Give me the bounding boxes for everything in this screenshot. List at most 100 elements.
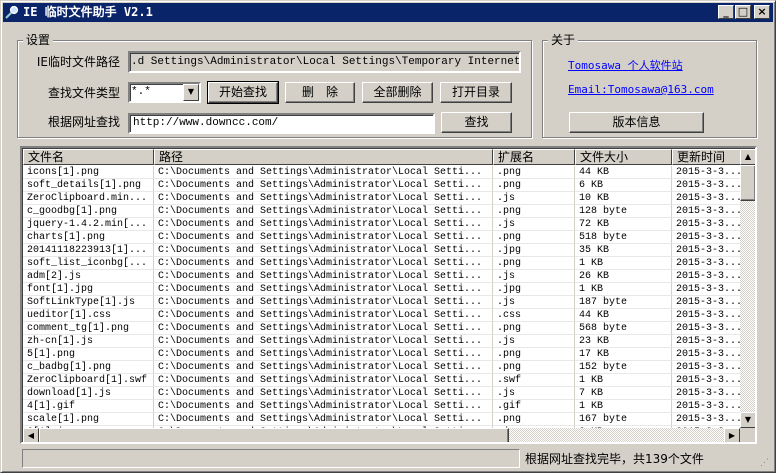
cell-extension: .png <box>493 322 575 335</box>
chevron-down-icon[interactable]: ▼ <box>183 84 199 101</box>
column-header-extension[interactable]: 扩展名 <box>493 149 575 165</box>
cell-size: 1 KB <box>575 257 672 270</box>
minimize-button[interactable]: _ <box>718 5 734 19</box>
cell-path: C:\Documents and Settings\Administrator\… <box>154 231 493 244</box>
cell-filename: 20141118223913[1]... <box>23 244 154 257</box>
cell-modified: 2015-3-3... <box>672 413 742 426</box>
open-dir-button[interactable]: 打开目录 <box>440 82 512 103</box>
table-row[interactable]: 5[1].png C:\Documents and Settings\Admini… <box>23 348 743 361</box>
cell-size: 17 KB <box>575 348 672 361</box>
table-row[interactable]: scale[1].png C:\Documents and Settings\Ad… <box>23 413 743 426</box>
table-row[interactable]: c_goodbg[1].png C:\Documents and Settings… <box>23 205 743 218</box>
table-row[interactable]: icons[1].png C:\Documents and Settings\Ad… <box>23 166 743 179</box>
cell-size: 10 KB <box>575 192 672 205</box>
column-header-path[interactable]: 路径 <box>154 149 493 165</box>
status-message: 根据网址查找完毕，共139个文件 <box>525 452 704 466</box>
file-type-value: *.* <box>131 86 151 98</box>
table-row[interactable]: SoftLinkType[1].js C:\Documents and Setti… <box>23 296 743 309</box>
cell-extension: .js <box>493 270 575 283</box>
delete-all-button[interactable]: 全部删除 <box>362 82 433 103</box>
table-row[interactable]: comment_tg[1].png C:\Documents and Settin… <box>23 322 743 335</box>
column-header-modified[interactable]: 更新时间 <box>672 149 742 165</box>
cell-size: 7 KB <box>575 387 672 400</box>
cell-extension: .css <box>493 309 575 322</box>
table-row[interactable]: 20141118223913[1]... C:\Documents and Set… <box>23 244 743 257</box>
cell-modified: 2015-3-3... <box>672 361 742 374</box>
cell-filename: 5[1].png <box>23 348 154 361</box>
cell-filename: soft_details[1].png <box>23 179 154 192</box>
cell-modified: 2015-3-3... <box>672 309 742 322</box>
cell-filename: adm[2].js <box>23 270 154 283</box>
cell-modified: 2015-3-3... <box>672 179 742 192</box>
table-row[interactable]: 4[1].gif C:\Documents and Settings\Admini… <box>23 400 743 413</box>
version-info-button[interactable]: 版本信息 <box>569 112 704 133</box>
table-row[interactable]: ueditor[1].css C:\Documents and Settings\… <box>23 309 743 322</box>
cell-extension: .png <box>493 413 575 426</box>
cell-modified: 2015-3-3... <box>672 166 742 179</box>
scroll-up-icon[interactable]: ▲ <box>740 149 755 165</box>
url-label: 根据网址查找 <box>47 115 120 129</box>
cell-modified: 2015-3-3... <box>672 270 742 283</box>
cell-extension: .gif <box>493 400 575 413</box>
path-field[interactable]: .d Settings\Administrator\Local Settings… <box>128 51 521 73</box>
cell-path: C:\Documents and Settings\Administrator\… <box>154 374 493 387</box>
cell-extension: .png <box>493 348 575 361</box>
cell-size: 568 byte <box>575 322 672 335</box>
start-search-button[interactable]: 开始查找 <box>207 81 279 104</box>
status-panel-left <box>22 449 520 468</box>
table-row[interactable]: soft_list_iconbg[... C:\Documents and Set… <box>23 257 743 270</box>
close-button[interactable]: × <box>754 5 770 19</box>
site-link[interactable]: Tomosawa 个人软件站 <box>568 57 683 73</box>
type-label: 查找文件类型 <box>47 86 120 100</box>
horizontal-scroll-thumb[interactable] <box>39 428 509 442</box>
cell-filename: font[1].jpg <box>23 283 154 296</box>
cell-modified: 2015-3-3... <box>672 400 742 413</box>
magnifier-icon <box>5 5 19 19</box>
column-header-filename[interactable]: 文件名 <box>23 149 154 165</box>
scroll-right-icon[interactable]: ▶ <box>724 428 740 442</box>
table-row[interactable]: c_badbg[1].png C:\Documents and Settings\… <box>23 361 743 374</box>
file-table: 文件名 路径 扩展名 文件大小 更新时间 icons[1].png C:\Docu… <box>20 146 757 444</box>
cell-path: C:\Documents and Settings\Administrator\… <box>154 192 493 205</box>
cell-path: C:\Documents and Settings\Administrator\… <box>154 296 493 309</box>
resize-grip-icon[interactable]: ⋰ <box>760 458 769 468</box>
scroll-left-icon[interactable]: ◀ <box>23 428 39 442</box>
table-row[interactable]: ZeroClipboard.min... C:\Documents and Set… <box>23 192 743 205</box>
table-row[interactable]: zh-cn[1].js C:\Documents and Settings\Adm… <box>23 335 743 348</box>
cell-path: C:\Documents and Settings\Administrator\… <box>154 257 493 270</box>
cell-modified: 2015-3-3... <box>672 296 742 309</box>
cell-extension: .png <box>493 179 575 192</box>
scroll-down-icon[interactable]: ▼ <box>740 412 755 428</box>
cell-path: C:\Documents and Settings\Administrator\… <box>154 413 493 426</box>
cell-modified: 2015-3-3... <box>672 335 742 348</box>
url-input[interactable]: http://www.downcc.com/ <box>128 113 435 134</box>
cell-filename: charts[1].png <box>23 231 154 244</box>
table-row[interactable]: font[1].jpg C:\Documents and Settings\Adm… <box>23 283 743 296</box>
search-button[interactable]: 查找 <box>441 112 512 133</box>
cell-extension: .png <box>493 166 575 179</box>
cell-modified: 2015-3-3... <box>672 322 742 335</box>
cell-path: C:\Documents and Settings\Administrator\… <box>154 218 493 231</box>
email-link[interactable]: Email:Tomosawa@163.com <box>568 83 714 96</box>
cell-size: 128 byte <box>575 205 672 218</box>
column-header-size[interactable]: 文件大小 <box>575 149 672 165</box>
cell-size: 167 byte <box>575 413 672 426</box>
table-row[interactable]: adm[2].js C:\Documents and Settings\Admin… <box>23 270 743 283</box>
table-row[interactable]: jquery-1.4.2.min[... C:\Documents and Set… <box>23 218 743 231</box>
table-row[interactable]: download[1].js C:\Documents and Settings\… <box>23 387 743 400</box>
cell-filename: SoftLinkType[1].js <box>23 296 154 309</box>
table-row[interactable]: ZeroClipboard[1].swf C:\Documents and Set… <box>23 374 743 387</box>
cell-size: 152 byte <box>575 361 672 374</box>
cell-extension: .jpg <box>493 244 575 257</box>
delete-button[interactable]: 删 除 <box>285 82 355 103</box>
maximize-button[interactable]: □ <box>735 5 751 19</box>
cell-path: C:\Documents and Settings\Administrator\… <box>154 322 493 335</box>
cell-path: C:\Documents and Settings\Administrator\… <box>154 244 493 257</box>
table-row[interactable]: charts[1].png C:\Documents and Settings\A… <box>23 231 743 244</box>
vertical-scroll-thumb[interactable] <box>740 165 755 201</box>
cell-filename: ueditor[1].css <box>23 309 154 322</box>
cell-size: 44 KB <box>575 166 672 179</box>
table-row[interactable]: soft_details[1].png C:\Documents and Sett… <box>23 179 743 192</box>
cell-extension: .png <box>493 257 575 270</box>
cell-path: C:\Documents and Settings\Administrator\… <box>154 387 493 400</box>
